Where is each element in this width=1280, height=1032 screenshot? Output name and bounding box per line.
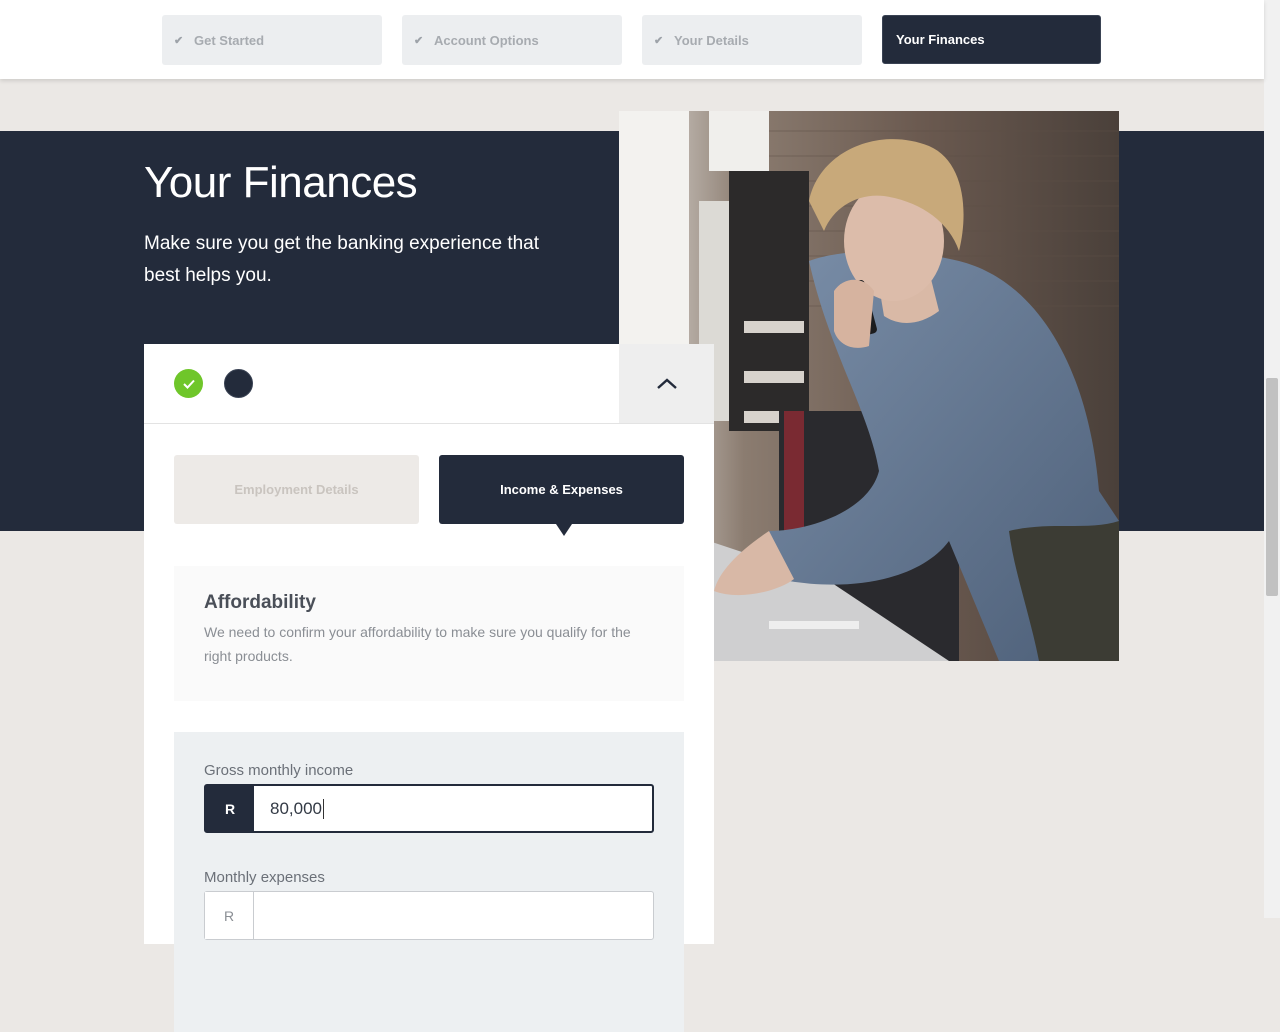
gross-income-input[interactable]: 80,000 — [254, 786, 324, 831]
currency-prefix: R — [206, 786, 254, 831]
gross-income-value: 80,000 — [270, 798, 322, 818]
collapse-button[interactable] — [619, 344, 714, 423]
monthly-expenses-field[interactable]: R — [204, 891, 654, 940]
gross-income-field[interactable]: R 80,000 — [204, 784, 654, 833]
check-icon: ✔ — [414, 34, 424, 47]
current-step-dot-icon — [224, 369, 253, 398]
monthly-expenses-input[interactable] — [254, 892, 270, 939]
currency-prefix: R — [205, 892, 254, 939]
gross-income-label: Gross monthly income — [204, 762, 354, 779]
text-caret — [323, 798, 324, 819]
tab-label: Employment Details — [234, 482, 359, 497]
income-form: Gross monthly income R 80,000 Monthly ex… — [174, 732, 684, 1032]
step-your-finances[interactable]: Your Finances — [882, 15, 1101, 64]
tab-employment-details[interactable]: Employment Details — [174, 455, 419, 524]
affordability-info: Affordability We need to confirm your af… — [174, 566, 684, 701]
step-label: Get Started — [194, 32, 265, 48]
scrollbar-thumb[interactable] — [1266, 378, 1278, 596]
step-your-details[interactable]: ✔ Your Details — [642, 15, 862, 65]
card-header — [144, 344, 714, 424]
step-label: Your Finances — [896, 32, 985, 47]
step-account-options[interactable]: ✔ Account Options — [402, 15, 622, 65]
check-circle-icon — [174, 369, 203, 398]
step-progress-bar: ✔ Get Started ✔ Account Options ✔ Your D… — [0, 0, 1264, 79]
check-icon: ✔ — [174, 34, 184, 47]
tab-income-expenses[interactable]: Income & Expenses — [439, 455, 684, 536]
info-heading: Affordability — [204, 592, 316, 613]
tab-label: Income & Expenses — [500, 482, 623, 497]
page-title: Your Finances — [144, 158, 418, 207]
monthly-expenses-label: Monthly expenses — [204, 869, 325, 886]
check-icon: ✔ — [654, 34, 664, 47]
finances-card: Employment Details Income & Expenses Aff… — [144, 344, 714, 1032]
info-text: We need to confirm your affordability to… — [204, 624, 631, 664]
step-label: Account Options — [434, 32, 539, 48]
chevron-up-icon — [656, 377, 677, 389]
step-label: Your Details — [674, 32, 749, 48]
page-subtitle: Make sure you get the banking experience… — [144, 233, 540, 286]
step-get-started[interactable]: ✔ Get Started — [162, 15, 382, 65]
